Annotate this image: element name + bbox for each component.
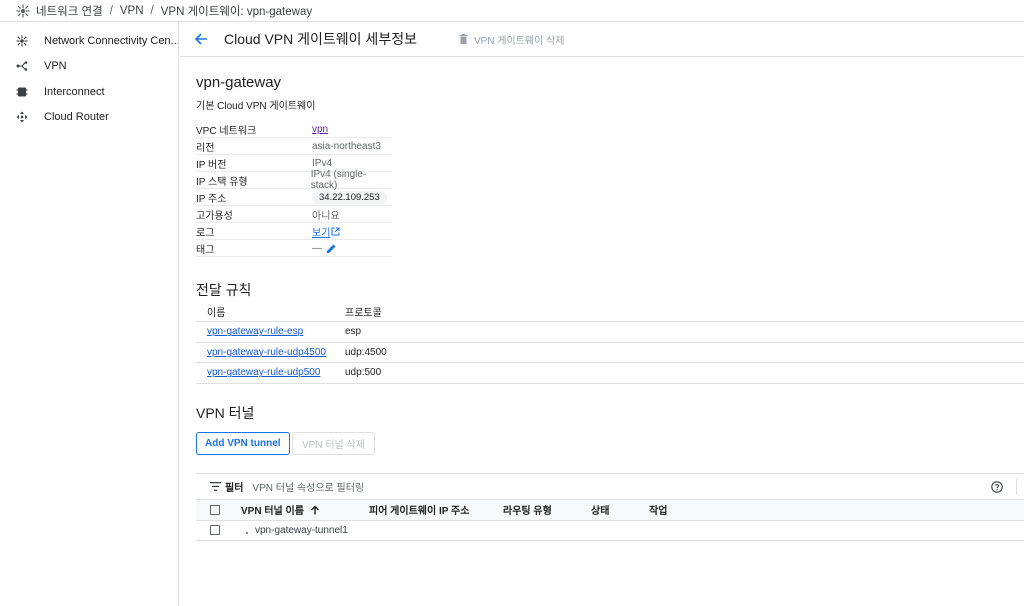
filter-icon <box>210 482 221 491</box>
vpn-tunnels-table: VPN 터널 이름 피어 게이트웨이 IP 주소 라우팅 유형 상태 작업 vp… <box>196 500 1024 541</box>
detail-row-stack-type: IP 스택 유형 IPv4 (single-stack) <box>196 169 392 191</box>
delete-gateway-button[interactable]: VPN 게이트웨이 삭제 <box>459 32 565 47</box>
detail-key: 로그 <box>196 227 215 239</box>
filter-label: 필터 <box>225 483 244 494</box>
vpn-icon <box>16 61 28 72</box>
breadcrumb-separator: / <box>109 4 113 17</box>
filter-bar: 필터 VPN 터널 속성으로 필터링 <box>196 473 1024 500</box>
table-row: vpn-gateway-rule-udp500 udp:500 <box>196 363 1024 384</box>
ip-address-chip: 34.22.109.253 <box>312 190 387 204</box>
detail-row-logs: 로그 보기 <box>196 223 392 240</box>
detail-key: IP 주소 <box>196 193 227 205</box>
gateway-subtitle: 기본 Cloud VPN 게이트웨이 <box>196 101 316 112</box>
gateway-details: VPC 네트워크 vpn 리전 asia-northeast3 IP 버전 IP… <box>196 121 392 257</box>
breadcrumb: 네트워크 연결 / VPN / VPN 게이트웨이: vpn-gateway <box>0 0 1024 22</box>
column-header-tunnel-name[interactable]: VPN 터널 이름 <box>241 502 369 517</box>
delete-vpn-tunnel-button[interactable]: VPN 터널 삭제 <box>292 432 375 455</box>
trash-icon <box>459 34 468 44</box>
page-header: Cloud VPN 게이트웨이 세부정보 VPN 게이트웨이 삭제 <box>180 22 1024 57</box>
detail-key: 고가용성 <box>196 210 233 222</box>
table-row: vpn-gateway-rule-udp4500 udp:4500 <box>196 343 1024 363</box>
detail-key: IP 스택 유형 <box>196 176 248 188</box>
row-checkbox[interactable] <box>210 525 220 536</box>
tunnel-name[interactable]: vpn-gateway-tunnel1 <box>255 525 348 536</box>
filter-input[interactable]: VPN 터널 속성으로 필터링 <box>252 479 364 494</box>
protocol-cell: udp:4500 <box>345 346 387 358</box>
add-vpn-tunnel-button[interactable]: Add VPN tunnel <box>196 432 290 455</box>
breadcrumb-item-vpn[interactable]: VPN <box>120 5 144 17</box>
breadcrumb-separator: / <box>150 4 154 17</box>
status-dot-icon <box>246 532 248 535</box>
sidebar-item-ncc[interactable]: Network Connectivity Cen... <box>0 28 178 54</box>
network-hub-icon <box>16 35 28 47</box>
interconnect-icon <box>16 87 28 97</box>
protocol-cell: udp:500 <box>345 367 382 379</box>
delete-gateway-label: VPN 게이트웨이 삭제 <box>473 35 565 47</box>
table-row: vpn-gateway-rule-esp esp <box>196 322 1024 343</box>
table-row: vpn-gateway-tunnel1 <box>196 521 1024 541</box>
detail-value: 아니요 <box>312 210 340 222</box>
edit-icon[interactable] <box>326 243 337 254</box>
gateway-name: vpn-gateway <box>196 74 282 91</box>
detail-row-vpc: VPC 네트워크 vpn <box>196 121 392 138</box>
open-in-new-icon <box>331 227 340 235</box>
forwarding-rules-table: 이름 프로토콜 vpn-gateway-rule-esp esp vpn-gat… <box>196 301 1024 384</box>
detail-value: asia-northeast3 <box>312 140 381 152</box>
router-icon <box>16 111 28 123</box>
vpc-network-link[interactable]: vpn <box>312 124 328 135</box>
breadcrumb-item-gateway: VPN 게이트웨이: vpn-gateway <box>160 5 313 18</box>
view-logs-label: 보기 <box>312 227 331 239</box>
sidebar-item-cloud-router[interactable]: Cloud Router <box>0 105 178 131</box>
protocol-cell: esp <box>345 326 362 338</box>
column-header-label: VPN 터널 이름 <box>241 506 304 518</box>
back-button[interactable] <box>191 29 211 49</box>
column-header-actions: 작업 <box>649 506 668 518</box>
detail-key: VPC 네트워크 <box>196 125 257 137</box>
arrow-upward-icon <box>310 505 319 515</box>
column-header-protocol: 프로토콜 <box>345 307 382 319</box>
tags-value: — <box>312 242 322 254</box>
sidebar-item-label: Interconnect <box>44 85 105 98</box>
column-header-status: 상태 <box>591 506 610 518</box>
vpn-tunnels-title: VPN 터널 <box>196 405 255 421</box>
network-connectivity-icon <box>16 4 30 17</box>
column-header-peer-ip: 피어 게이트웨이 IP 주소 <box>369 506 470 518</box>
forwarding-rule-link[interactable]: vpn-gateway-rule-esp <box>207 326 303 337</box>
detail-row-ha: 고가용성 아니요 <box>196 206 392 223</box>
sidebar-item-label: Network Connectivity Cen... <box>44 34 178 47</box>
sidebar-item-label: VPN <box>44 60 67 73</box>
detail-key: 리전 <box>196 142 215 154</box>
detail-value: IPv4 <box>312 157 333 169</box>
sidebar: Network Connectivity Cen... VPN Intercon… <box>0 22 179 606</box>
view-logs-link[interactable]: 보기 <box>312 224 340 239</box>
sidebar-item-interconnect[interactable]: Interconnect <box>0 79 178 105</box>
select-all-checkbox[interactable] <box>210 504 220 515</box>
detail-row-ip-address: IP 주소 34.22.109.253 <box>196 189 392 206</box>
forwarding-rules-title: 전달 규칙 <box>196 282 252 298</box>
detail-row-tags: 태그 — <box>196 240 392 257</box>
sidebar-item-vpn[interactable]: VPN <box>0 54 178 80</box>
table-header: 이름 프로토콜 <box>196 301 1024 322</box>
page-title: Cloud VPN 게이트웨이 세부정보 <box>224 31 417 47</box>
breadcrumb-item-network[interactable]: 네트워크 연결 <box>36 3 103 19</box>
divider <box>1016 479 1017 495</box>
detail-key: 태그 <box>196 244 215 256</box>
sidebar-item-label: Cloud Router <box>44 111 109 124</box>
help-icon[interactable] <box>991 481 1003 493</box>
arrow-back-icon <box>194 33 207 45</box>
detail-value: IPv4 (single-stack) <box>310 169 367 191</box>
detail-row-region: 리전 asia-northeast3 <box>196 138 392 155</box>
detail-key: IP 버전 <box>196 159 227 171</box>
column-header-routing: 라우팅 유형 <box>503 506 552 518</box>
forwarding-rule-link[interactable]: vpn-gateway-rule-udp500 <box>207 367 320 378</box>
table-header: VPN 터널 이름 피어 게이트웨이 IP 주소 라우팅 유형 상태 작업 <box>196 500 1024 521</box>
forwarding-rule-link[interactable]: vpn-gateway-rule-udp4500 <box>207 347 326 358</box>
column-header-name: 이름 <box>207 307 226 319</box>
